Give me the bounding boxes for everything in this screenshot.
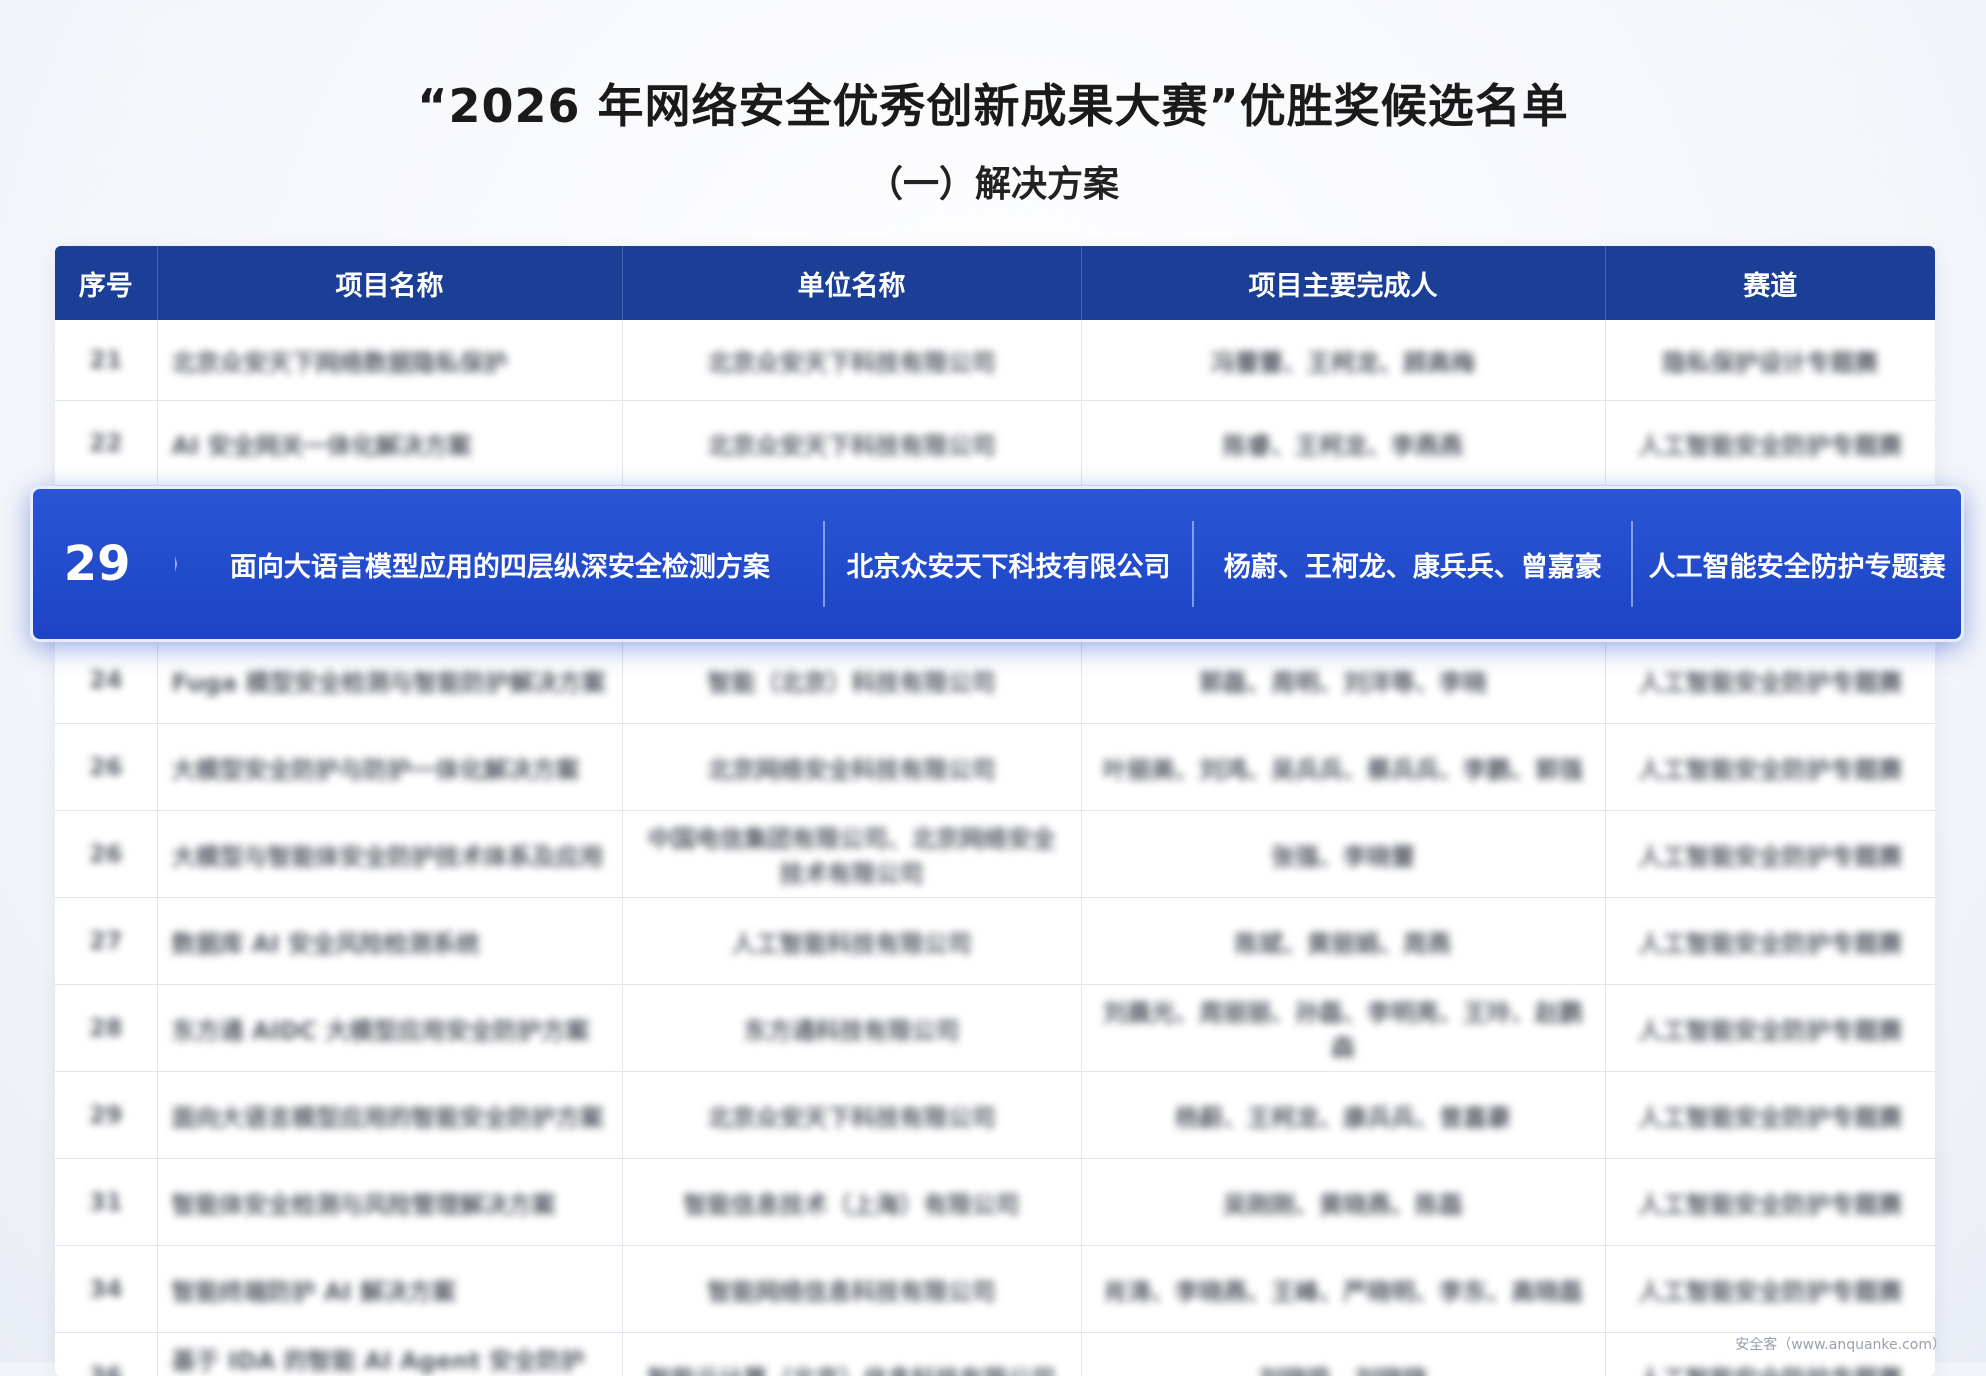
- table-row: 29 面向大语言模型应用的智能安全防护方案 北京众安天下科技有限公司 杨蔚、王柯…: [55, 1072, 1935, 1159]
- header-track: 赛道: [1605, 246, 1935, 320]
- chevron-right-icon: [149, 489, 177, 639]
- table-row: 24 Fuga 模型安全检测与智能防护解决方案 智能（北京）科技有限公司 郭磊、…: [55, 637, 1935, 724]
- cell-track: 人工智能安全防护专题赛: [1605, 1246, 1935, 1333]
- cell-project: AI 安全网关一体化解决方案: [157, 401, 622, 486]
- cell-track: 人工智能安全防护专题赛: [1605, 1072, 1935, 1159]
- page-title: “2026 年网络安全优秀创新成果大赛”优胜奖候选名单: [0, 70, 1986, 136]
- highlighted-row: 29 面向大语言模型应用的四层纵深安全检测方案 北京众安天下科技有限公司 杨蔚、…: [30, 486, 1964, 642]
- cell-track: 人工智能安全防护专题赛: [1605, 811, 1935, 898]
- table-row: 28 东方通 AIDC 大模型应用安全防护方案 东方通科技有限公司 刘晨光、周丽…: [55, 985, 1935, 1072]
- cell-project: 大模型与智能体安全防护技术体系及应用: [157, 811, 622, 898]
- cell-project: 东方通 AIDC 大模型应用安全防护方案: [157, 985, 622, 1072]
- cell-project: 智能终端防护 AI 解决方案: [157, 1246, 622, 1333]
- cell-project: 大模型安全防护与防护一体化解决方案: [157, 724, 622, 811]
- cell-people: 郭磊、周明、刘洋等、李晓: [1081, 637, 1605, 724]
- header-index: 序号: [55, 246, 157, 320]
- cell-organization: 智能（北京）科技有限公司: [622, 637, 1081, 724]
- cell-organization: 东方通科技有限公司: [622, 985, 1081, 1072]
- cell-organization: 智能网络信息科技有限公司: [622, 1246, 1081, 1333]
- table-row: 26 大模型安全防护与防护一体化解决方案 北京网络安全科技有限公司 叶丽美、刘鸿…: [55, 724, 1935, 811]
- cell-organization: 智能云计算（北京）信息科技有限公司: [622, 1333, 1081, 1376]
- cell-organization: 北京众安天下科技有限公司: [622, 1072, 1081, 1159]
- header-people: 项目主要完成人: [1081, 246, 1605, 320]
- highlight-project: 面向大语言模型应用的四层纵深安全检测方案: [177, 514, 823, 614]
- cell-track: 人工智能安全防护专题赛: [1605, 1159, 1935, 1246]
- cell-project: 面向大语言模型应用的智能安全防护方案: [157, 1072, 622, 1159]
- highlight-track: 人工智能安全防护专题赛: [1633, 514, 1961, 614]
- candidate-table: 序号 项目名称 单位名称 项目主要完成人 赛道 21 北京众安天下网络数据隐私保…: [55, 246, 1935, 1376]
- table-header-row: 序号 项目名称 单位名称 项目主要完成人 赛道: [55, 246, 1935, 320]
- cell-index: 21: [55, 320, 157, 401]
- cell-organization: 人工智能科技有限公司: [622, 898, 1081, 985]
- cell-organization: 北京众安天下科技有限公司: [622, 401, 1081, 486]
- highlight-people: 杨蔚、王柯龙、康兵兵、曾嘉豪: [1194, 514, 1631, 614]
- table-row: 34 智能终端防护 AI 解决方案 智能网络信息科技有限公司 肖涛、李晓燕、王峰…: [55, 1246, 1935, 1333]
- cell-organization: 北京众安天下科技有限公司: [622, 320, 1081, 401]
- cell-track: 人工智能安全防护专题赛: [1605, 898, 1935, 985]
- cell-project: 北京众安天下网络数据隐私保护: [157, 320, 622, 401]
- cell-index: 26: [55, 724, 157, 811]
- table-row: 21 北京众安天下网络数据隐私保护 北京众安天下科技有限公司 冯蕾蕾、王柯龙、顾…: [55, 320, 1935, 401]
- cell-track: 人工智能安全防护专题赛: [1605, 985, 1935, 1072]
- table-row: 36 基于 IDA 的智能 AI Agent 安全防护解决方案 智能云计算（北京…: [55, 1333, 1935, 1376]
- cell-index: 22: [55, 401, 157, 486]
- cell-index: 27: [55, 898, 157, 985]
- page-subtitle: （一）解决方案: [0, 155, 1986, 207]
- table-row: 31 智能体安全检测与风险管理解决方案 智能信息技术（上海）有限公司 吴刚刚、黄…: [55, 1159, 1935, 1246]
- cell-people: 肖涛、李晓燕、王峰、严晓明、李东、高晓磊: [1081, 1246, 1605, 1333]
- cell-index: 26: [55, 811, 157, 898]
- cell-people: 叶丽美、刘鸿、吴兵兵、蔡兵兵、李鹏、郭强: [1081, 724, 1605, 811]
- cell-organization: 智能信息技术（上海）有限公司: [622, 1159, 1081, 1246]
- cell-index: 24: [55, 637, 157, 724]
- cell-people: 陈睿、王柯龙、李燕燕: [1081, 401, 1605, 486]
- cell-index: 31: [55, 1159, 157, 1246]
- cell-index: 28: [55, 985, 157, 1072]
- header-project: 项目名称: [157, 246, 622, 320]
- cell-organization: 中国电信集团有限公司、北京网络安全技术有限公司: [622, 811, 1081, 898]
- cell-project: 智能体安全检测与风险管理解决方案: [157, 1159, 622, 1246]
- highlight-index: 29: [33, 536, 149, 592]
- cell-project: 数据库 AI 安全风险检测系统: [157, 898, 622, 985]
- watermark: 安全客（www.anquanke.com）: [1735, 1334, 1946, 1354]
- cell-index: 36: [55, 1333, 157, 1376]
- table-row: 27 数据库 AI 安全风险检测系统 人工智能科技有限公司 陈斌、黄丽娟、周燕 …: [55, 898, 1935, 985]
- cell-track: 隐私保护设计专题赛: [1605, 320, 1935, 401]
- cell-people: 刘晓鸣、刘晓晓: [1081, 1333, 1605, 1376]
- cell-track: 人工智能安全防护专题赛: [1605, 401, 1935, 486]
- cell-organization: 北京网络安全科技有限公司: [622, 724, 1081, 811]
- cell-track: 人工智能安全防护专题赛: [1605, 637, 1935, 724]
- cell-people: 张强、李晓蕾: [1081, 811, 1605, 898]
- cell-project: 基于 IDA 的智能 AI Agent 安全防护解决方案: [157, 1333, 622, 1376]
- cell-people: 冯蕾蕾、王柯龙、顾高梅: [1081, 320, 1605, 401]
- cell-project: Fuga 模型安全检测与智能防护解决方案: [157, 637, 622, 724]
- cell-people: 陈斌、黄丽娟、周燕: [1081, 898, 1605, 985]
- header-organization: 单位名称: [622, 246, 1081, 320]
- cell-index: 34: [55, 1246, 157, 1333]
- table-row: 22 AI 安全网关一体化解决方案 北京众安天下科技有限公司 陈睿、王柯龙、李燕…: [55, 401, 1935, 486]
- cell-people: 吴刚刚、黄晓燕、陈磊: [1081, 1159, 1605, 1246]
- highlight-organization: 北京众安天下科技有限公司: [825, 514, 1193, 614]
- cell-people: 刘晨光、周丽丽、孙磊、李明亮、王玲、赵鹏森: [1081, 985, 1605, 1072]
- cell-people: 杨蔚、王柯龙、康兵兵、曾嘉豪: [1081, 1072, 1605, 1159]
- table-row: 26 大模型与智能体安全防护技术体系及应用 中国电信集团有限公司、北京网络安全技…: [55, 811, 1935, 898]
- cell-index: 29: [55, 1072, 157, 1159]
- cell-track: 人工智能安全防护专题赛: [1605, 724, 1935, 811]
